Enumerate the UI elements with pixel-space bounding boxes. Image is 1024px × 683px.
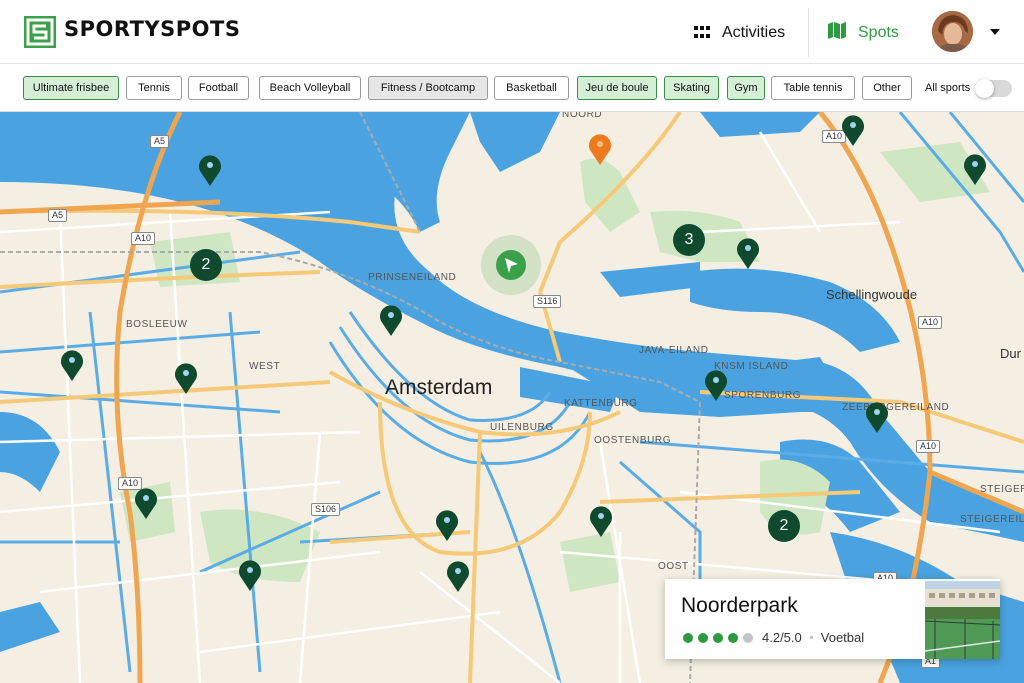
place-oost: OOST: [658, 561, 689, 572]
spot-meta: 4.2/5.0 Voetbal: [683, 630, 864, 645]
map-view[interactable]: NOORD PRINSENEILAND BOSLEEUW WEST JAVA-E…: [0, 112, 1024, 683]
rating-dot: [728, 632, 738, 643]
place-dur: Dur: [1000, 346, 1021, 361]
filter-chip-tennis[interactable]: Tennis: [126, 76, 182, 100]
pin-cluster[interactable]: 2: [768, 510, 800, 542]
place-kattenburg: KATTENBURG: [564, 398, 638, 409]
place-zeeburgereiland: ZEEBURGEREILAND: [842, 402, 950, 413]
navigation-arrow-icon: [505, 258, 518, 273]
sport-filter-bar: Ultimate frisbee Tennis Football Beach V…: [0, 64, 1024, 112]
place-steigere: STEIGERE: [980, 484, 1024, 495]
filter-chip-jeu-de-boule[interactable]: Jeu de boule: [577, 76, 657, 100]
map-pin[interactable]: [962, 152, 988, 186]
filter-chip-beach-volleyball[interactable]: Beach Volleyball: [259, 76, 361, 100]
road-tag-a10: A10: [918, 316, 943, 329]
spot-rating: 4.2/5.0: [762, 630, 802, 645]
pin-cluster[interactable]: 2: [190, 249, 222, 281]
map-pin[interactable]: [445, 559, 471, 593]
place-west: WEST: [249, 361, 281, 372]
rating-dot: [713, 632, 723, 643]
nav-spots[interactable]: Spots: [828, 20, 899, 46]
map-pin[interactable]: [735, 236, 761, 270]
brand-name[interactable]: SPORTYSPOTS: [64, 17, 240, 41]
map-pin[interactable]: [197, 153, 223, 187]
map-pin[interactable]: [703, 368, 729, 402]
all-sports-toggle[interactable]: [975, 79, 1012, 98]
road-tag-a5: A5: [48, 209, 68, 222]
road-tag-a10: A10: [916, 440, 941, 453]
all-sports-label: All sports: [925, 82, 971, 94]
filter-chip-gym[interactable]: Gym: [727, 76, 765, 100]
map-pin[interactable]: [588, 504, 614, 538]
place-sporenburg: SPORENBURG: [724, 390, 802, 401]
map-pin[interactable]: [59, 348, 85, 382]
map-pin[interactable]: [840, 113, 866, 147]
map-pin[interactable]: [378, 303, 404, 337]
filter-chip-football[interactable]: Football: [188, 76, 249, 100]
filter-chip-ultimate-frisbee[interactable]: Ultimate frisbee: [23, 76, 119, 100]
road-tag-a5: A5: [150, 135, 170, 148]
locate-button[interactable]: [496, 250, 526, 280]
filter-chip-basketball[interactable]: Basketball: [494, 76, 569, 100]
map-pin[interactable]: [864, 400, 890, 434]
nav-divider: [808, 8, 809, 58]
pin-cluster[interactable]: 3: [673, 224, 705, 256]
map-pin[interactable]: [173, 361, 199, 395]
map-pin[interactable]: [133, 486, 159, 520]
filter-chip-skating[interactable]: Skating: [664, 76, 719, 100]
map-pin[interactable]: [434, 508, 460, 542]
place-java-eiland: JAVA-EILAND: [639, 345, 709, 356]
nav-activities-label: Activities: [722, 24, 786, 41]
road-tag-a10: A10: [131, 232, 156, 245]
nav-activities[interactable]: Activities: [694, 20, 785, 46]
spot-title: Noorderpark: [681, 594, 798, 617]
toggle-knob: [975, 79, 994, 98]
map-pin-selected[interactable]: [587, 132, 613, 166]
nav-spots-label: Spots: [858, 24, 899, 41]
grid-icon: [694, 26, 710, 40]
map-pin[interactable]: [237, 558, 263, 592]
top-header: SPORTYSPOTS Activities Spots: [0, 0, 1024, 64]
meta-separator: [809, 636, 813, 639]
filter-chip-fitness-bootcamp[interactable]: Fitness / Bootcamp: [368, 76, 488, 100]
caret-down-icon[interactable]: [990, 29, 1000, 35]
place-schellingwoude: Schellingwoude: [826, 287, 918, 302]
rating-dot: [683, 632, 693, 643]
road-tag-s106: S106: [311, 503, 341, 516]
avatar[interactable]: [932, 11, 973, 52]
current-location-marker: [481, 235, 541, 295]
road-tag-s116: S116: [533, 295, 562, 308]
spot-preview-card[interactable]: Noorderpark 4.2/5.0 Voetbal: [665, 579, 1000, 659]
place-bosleeuw: BOSLEEUW: [126, 319, 188, 330]
place-noord: NOORD: [562, 112, 603, 120]
logo-s-icon[interactable]: [24, 16, 56, 48]
rating-dot: [743, 632, 753, 643]
place-uilenburg: UILENBURG: [490, 422, 554, 433]
spot-category: Voetbal: [820, 630, 865, 645]
map-icon: [828, 22, 846, 44]
place-prinseneiland: PRINSENEILAND: [368, 272, 457, 283]
place-steigereiland: STEIGEREILAND: [960, 514, 1024, 525]
rating-dot: [698, 632, 708, 643]
spot-photo: [925, 581, 1000, 659]
city-label: Amsterdam: [385, 376, 493, 399]
filter-chip-other[interactable]: Other: [862, 76, 912, 100]
filter-chip-table-tennis[interactable]: Table tennis: [771, 76, 855, 100]
place-oostenburg: OOSTENBURG: [594, 435, 672, 446]
